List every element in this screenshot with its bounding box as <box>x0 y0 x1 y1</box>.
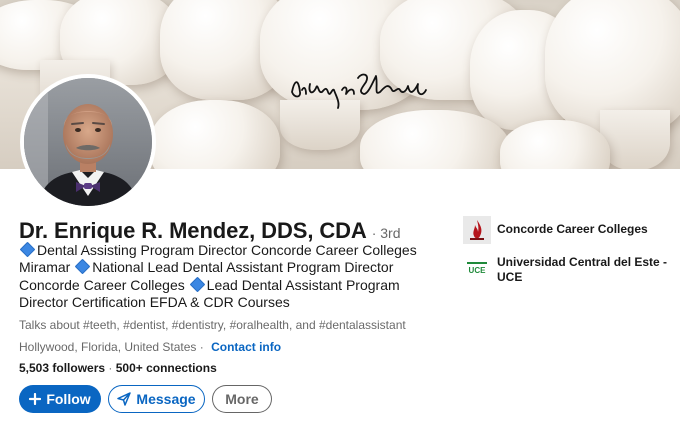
uce-logo: UCE <box>463 253 491 281</box>
follow-label: Follow <box>46 391 91 407</box>
org-name: Concorde Career Colleges <box>497 222 648 236</box>
location-row: Hollywood, Florida, United States · Cont… <box>19 340 281 354</box>
location-text: Hollywood, Florida, United States · <box>19 340 204 354</box>
org-item-concorde[interactable]: Concorde Career Colleges <box>463 216 673 244</box>
name-row: Dr. Enrique R. Mendez, DDS, CDA · 3rd <box>19 218 401 244</box>
connections-count[interactable]: 500+ connections <box>116 361 217 375</box>
profile-headline: Dental Assisting Program Director Concor… <box>19 241 439 311</box>
plus-icon <box>29 393 42 405</box>
profile-name: Dr. Enrique R. Mendez, DDS, CDA <box>19 218 367 243</box>
message-button[interactable]: Message <box>108 385 205 413</box>
blue-diamond-icon <box>74 259 91 275</box>
avatar-photo <box>24 78 152 206</box>
blue-diamond-icon <box>19 241 36 258</box>
more-label: More <box>225 391 259 407</box>
followers-count[interactable]: 5,503 followers <box>19 361 105 375</box>
stats-separator: · <box>105 361 116 375</box>
uce-logo-text: UCE <box>468 265 486 275</box>
profile-avatar[interactable] <box>20 74 156 210</box>
concorde-flame-logo <box>463 216 491 244</box>
follow-button[interactable]: Follow <box>19 385 101 413</box>
org-item-uce[interactable]: UCE Universidad Central del Este - UCE <box>463 253 673 285</box>
profile-actions: Follow Message More <box>19 385 272 413</box>
blue-diamond-icon <box>189 276 205 292</box>
signature-image <box>291 73 427 109</box>
send-icon <box>117 392 132 406</box>
profile-organizations: Concorde Career Colleges UCE Universidad… <box>463 216 673 294</box>
connection-degree: · 3rd <box>371 225 401 241</box>
contact-info-link[interactable]: Contact info <box>211 340 281 354</box>
network-stats: 5,503 followers · 500+ connections <box>19 361 217 375</box>
org-name: Universidad Central del Este - UCE <box>497 255 668 284</box>
message-label: Message <box>136 391 196 407</box>
more-button[interactable]: More <box>212 385 272 413</box>
talks-about: Talks about #teeth, #dentist, #dentistry… <box>19 318 406 332</box>
